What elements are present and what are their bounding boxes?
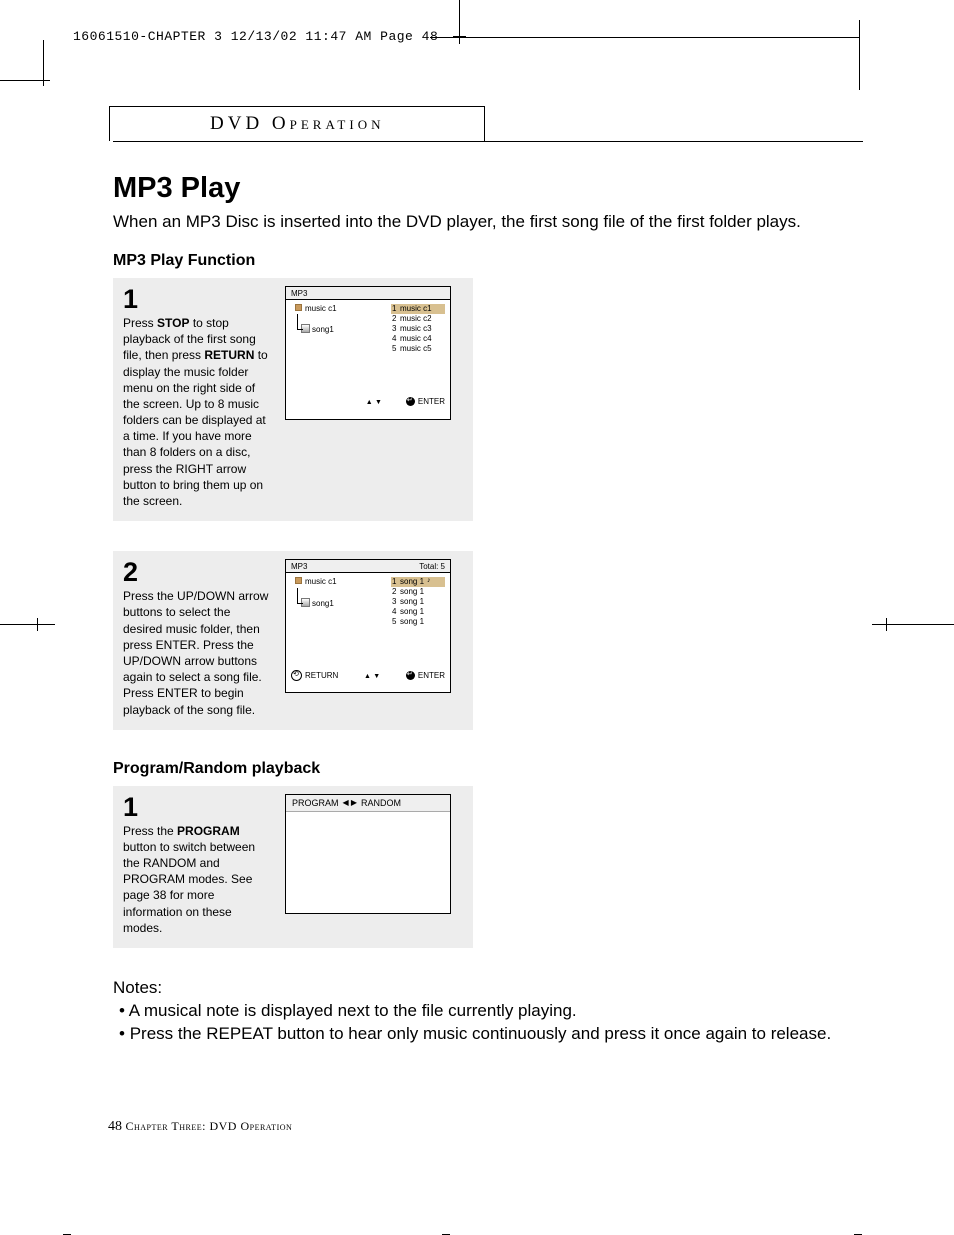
list-item: 4music c4: [391, 334, 445, 344]
step-1-text: 1 Press STOP to stop playback of the fir…: [123, 286, 273, 509]
list-item: 5music c5: [391, 344, 445, 354]
manual-page: 16061510-CHAPTER 3 12/13/02 11:47 AM Pag…: [0, 0, 954, 1235]
step-3-text: 1 Press the PROGRAM button to switch bet…: [123, 794, 273, 936]
subheading-play-function: MP3 Play Function: [113, 252, 863, 270]
text: to display the music folder menu on the …: [123, 348, 268, 508]
tree-song: song1: [312, 599, 334, 608]
screen-title: MP3: [291, 562, 307, 571]
step-number: 2: [123, 559, 273, 586]
notes-heading: Notes:: [113, 978, 863, 998]
page-number: 48: [108, 1119, 122, 1134]
list-item: 2song 1: [391, 587, 445, 597]
tree-folder: music c1: [305, 577, 337, 586]
text: button to switch between the RANDOM and …: [123, 840, 255, 935]
step-2-screen: MP3 Total: 5 music c1 song1 1song 1♪2son…: [285, 559, 451, 693]
step-3: 1 Press the PROGRAM button to switch bet…: [113, 786, 473, 948]
step-2: 2 Press the UP/DOWN arrow buttons to sel…: [113, 551, 473, 730]
return-label: RETURN: [305, 671, 338, 680]
print-header-rule: [859, 20, 860, 90]
section-rule: [113, 141, 863, 142]
list-item: 1music c1: [391, 304, 445, 314]
step-number: 1: [123, 286, 273, 313]
up-arrow-icon: [364, 671, 371, 680]
bold-text: STOP: [157, 316, 189, 330]
footer-chapter: Chapter Three: DVD Operation: [126, 1119, 293, 1133]
list-item: 1song 1♪: [391, 577, 445, 587]
step-1: 1 Press STOP to stop playback of the fir…: [113, 278, 473, 521]
enter-label: ENTER: [418, 671, 445, 680]
crop-mark: [0, 624, 55, 625]
screen-body: music c1 song1 1song 1♪2song 13song 14so…: [286, 573, 450, 667]
screen-body: music c1 song1 1music c12music c23music …: [286, 300, 450, 394]
text: Press the: [123, 824, 177, 838]
text: Press: [123, 316, 157, 330]
random-label: RANDOM: [361, 798, 401, 808]
folder-tree: music c1 song1: [291, 304, 337, 390]
file-list: 1song 1♪2song 13song 14song 15song 1: [391, 577, 445, 663]
bold-text: RETURN: [204, 348, 254, 362]
crop-mark: [37, 618, 38, 631]
file-icon: [301, 324, 310, 333]
subheading-program: Program/Random playback: [113, 760, 863, 778]
down-arrow-icon: [373, 671, 380, 680]
intro-text: When an MP3 Disc is inserted into the DV…: [113, 211, 833, 234]
down-arrow-icon: [375, 397, 382, 406]
step-2-text: 2 Press the UP/DOWN arrow buttons to sel…: [123, 559, 273, 718]
tree-folder: music c1: [305, 304, 337, 313]
screen-title: MP3: [291, 289, 307, 298]
enter-icon: [406, 397, 415, 406]
enter-label: ENTER: [418, 397, 445, 406]
up-arrow-icon: [366, 397, 373, 406]
file-icon: [301, 598, 310, 607]
step-3-screen: PROGRAM ◀ ▶ RANDOM: [285, 794, 451, 914]
screen-footer: RETURN ENTER: [286, 667, 450, 685]
screen-header: MP3 Total: 5: [286, 560, 450, 573]
print-header-rule: [430, 37, 860, 38]
list-item: 2music c2: [391, 314, 445, 324]
crop-mark: [886, 618, 887, 631]
note-item: Press the REPEAT button to hear only mus…: [113, 1023, 833, 1046]
left-right-arrow-icon: ◀ ▶: [343, 798, 358, 807]
folder-tree: music c1 song1: [291, 577, 337, 663]
screen-total: Total: 5: [419, 562, 445, 571]
screen-header: MP3: [286, 287, 450, 300]
list-item: 4song 1: [391, 607, 445, 617]
step-instruction: Press the PROGRAM button to switch betwe…: [123, 823, 273, 936]
page-footer: 48 Chapter Three: DVD Operation: [108, 1119, 292, 1135]
crop-mark: [872, 624, 954, 625]
bold-text: PROGRAM: [177, 824, 240, 838]
heading-main: MP3 Play: [113, 172, 863, 205]
return-icon: [291, 670, 302, 681]
music-note-icon: ♪: [427, 577, 431, 587]
screen-footer: ENTER: [286, 394, 450, 410]
step-instruction: Press STOP to stop playback of the first…: [123, 315, 273, 509]
list-item: 3song 1: [391, 597, 445, 607]
screen-header: PROGRAM ◀ ▶ RANDOM: [286, 795, 450, 812]
enter-icon: [406, 671, 415, 680]
crop-mark: [43, 40, 44, 86]
step-instruction: Press the UP/DOWN arrow buttons to selec…: [123, 588, 273, 718]
print-header: 16061510-CHAPTER 3 12/13/02 11:47 AM Pag…: [73, 29, 438, 44]
section-title: DVD Operation: [109, 106, 485, 141]
step-1-screen: MP3 music c1 song1 1music c12music c23mu…: [285, 286, 451, 420]
page-content: DVD Operation MP3 Play When an MP3 Disc …: [113, 106, 863, 1046]
program-label: PROGRAM: [292, 798, 339, 808]
notes-list: A musical note is displayed next to the …: [113, 1000, 833, 1046]
list-item: 5song 1: [391, 617, 445, 627]
file-list: 1music c12music c23music c34music c45mus…: [391, 304, 445, 390]
tree-song: song1: [312, 325, 334, 334]
step-number: 1: [123, 794, 273, 821]
note-item: A musical note is displayed next to the …: [113, 1000, 833, 1023]
list-item: 3music c3: [391, 324, 445, 334]
